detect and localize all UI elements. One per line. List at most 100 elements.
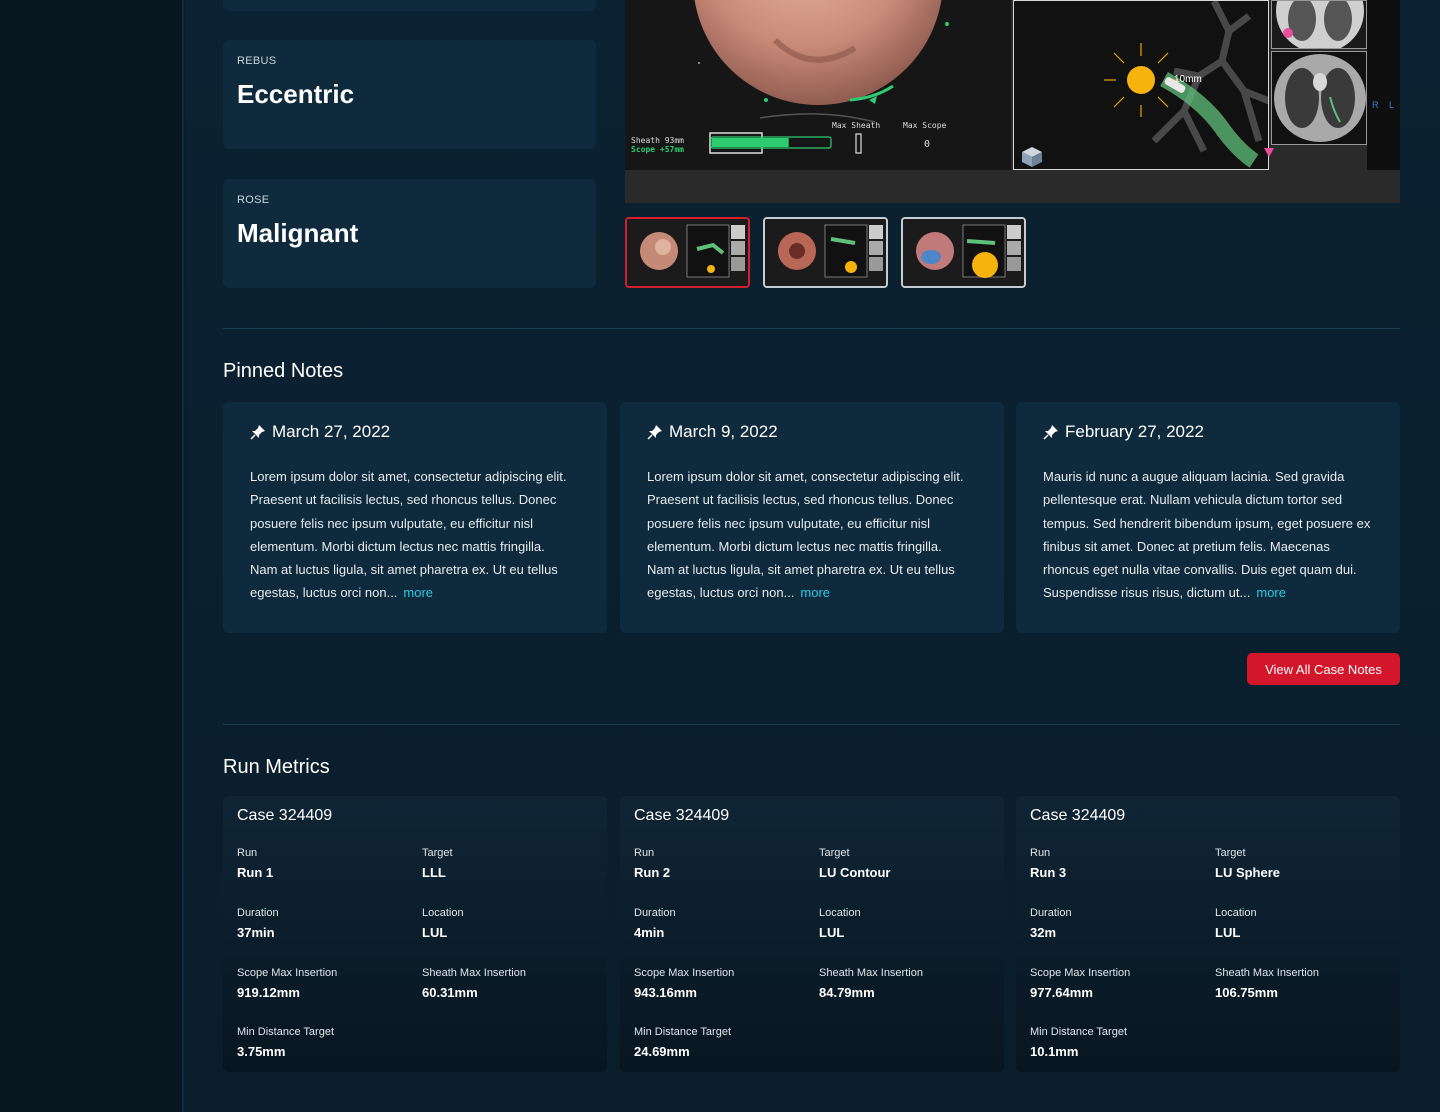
- section-divider: [223, 724, 1400, 725]
- metric-label: Min Distance Target: [634, 1026, 732, 1038]
- metric-label: Min Distance Target: [237, 1026, 335, 1038]
- view-all-case-notes-button[interactable]: View All Case Notes: [1247, 653, 1400, 685]
- metric-value: LU Contour: [819, 865, 891, 880]
- run-metrics-title: Run Metrics: [223, 756, 330, 778]
- metric-label: Target: [422, 847, 453, 859]
- pinned-notes-title: Pinned Notes: [223, 360, 344, 382]
- note-line: elementum. Morbi dictum lectus nec matti…: [250, 538, 545, 554]
- max-scope-value: 0: [924, 139, 930, 150]
- airway-3d-view: 10mm: [1013, 0, 1269, 170]
- thumbnail-2[interactable]: [763, 217, 888, 288]
- pinned-note-card: February 27, 2022 Mauris id nunc a augue…: [1016, 402, 1400, 633]
- stat-card-rose: ROSE Malignant: [223, 179, 596, 288]
- ct-view-axial: [1271, 51, 1367, 145]
- ct-side-strip: R L: [1264, 0, 1400, 170]
- note-body: Mauris id nunc a augue aliquam lacinia. …: [1043, 465, 1378, 605]
- metric-target: Target LU Sphere: [1215, 847, 1280, 880]
- metric-label: Location: [1215, 907, 1257, 919]
- metric-label: Scope Max Insertion: [237, 967, 338, 979]
- metric-label: Location: [819, 907, 861, 919]
- case-title: Case 324409: [237, 807, 333, 824]
- run-metric-card: Case 324409 Run Run 3 Target LU Sphere Dur…: [1016, 796, 1400, 1072]
- orientation-cube-icon[interactable]: [1022, 147, 1042, 167]
- max-sheath-label: Max Sheath: [832, 121, 880, 130]
- note-line-text: Suspendisse risus risus, dictum ut...: [1043, 585, 1251, 601]
- more-link[interactable]: more: [403, 585, 433, 600]
- metric-value: 37min: [237, 925, 275, 940]
- metric-run: Run Run 1: [237, 847, 273, 880]
- metric-duration: Duration 37min: [237, 907, 279, 940]
- metric-label: Target: [819, 847, 850, 859]
- metric-value: 24.69mm: [634, 1044, 690, 1059]
- airway-model: 10mm: [1022, 1, 1268, 168]
- note-line: elementum. Morbi dictum lectus nec matti…: [647, 538, 942, 554]
- scope-progress-fill: [712, 138, 789, 147]
- metric-min-distance: Min Distance Target 3.75mm: [237, 1026, 334, 1059]
- note-line: egestas, luctus orci non... more: [647, 581, 982, 604]
- note-date-text: March 9, 2022: [669, 422, 778, 441]
- run-metric-card: Case 324409 Run Run 1 Target LLL Duration 3…: [223, 796, 607, 1072]
- metric-value: LUL: [422, 925, 448, 940]
- stat-card-partial: [223, 0, 596, 11]
- metric-label: Duration: [237, 907, 279, 919]
- metric-location: Location LUL: [1215, 907, 1257, 940]
- metric-min-distance: Min Distance Target 24.69mm: [634, 1026, 731, 1059]
- note-line: posuere felis nec ipsum vulputate, eu ef…: [647, 515, 931, 531]
- metric-label: Location: [422, 907, 464, 919]
- note-line-text: egestas, luctus orci non...: [250, 585, 398, 601]
- note-line: Lorem ipsum dolor sit amet, consectetur …: [647, 469, 964, 484]
- note-line: finibus sit amet. Donec at pretium felis…: [1043, 538, 1330, 554]
- metric-sheath-max: Sheath Max Insertion 60.31mm: [422, 967, 526, 1000]
- thumbnail-image: [903, 219, 1024, 286]
- scope-readout: Scope +57mm: [631, 145, 684, 154]
- metric-label: Target: [1215, 847, 1246, 859]
- metric-label: Duration: [634, 907, 676, 919]
- ct-label-r: R: [1372, 100, 1379, 110]
- metric-label: Run: [634, 847, 655, 859]
- note-line: Praesent ut facilisis lectus, sed rhoncu…: [250, 492, 557, 508]
- note-line: Mauris id nunc a augue aliquam lacinia. …: [1043, 469, 1345, 484]
- ct-marker-icon: [1264, 148, 1274, 157]
- metric-run: Run Run 2: [634, 847, 670, 880]
- note-line-text: egestas, luctus orci non...: [647, 585, 795, 601]
- note-line: rhoncus eget nulla vitae convallis. Duis…: [1043, 562, 1357, 578]
- note-line: Nam at luctus ligula, sit amet pharetra …: [647, 562, 955, 578]
- stat-label: ROSE: [237, 194, 270, 206]
- note-line: pellentesque erat. Nullam vehicula dictu…: [1043, 492, 1343, 508]
- stat-card-rebus: REBUS Eccentric: [223, 40, 596, 149]
- ct-label-l: L: [1389, 100, 1394, 110]
- metric-label: Sheath Max Insertion: [819, 967, 923, 979]
- metric-location: Location LUL: [819, 907, 861, 940]
- stat-value: Eccentric: [237, 79, 355, 109]
- distance-label: 10mm: [1174, 74, 1202, 85]
- metric-value: LUL: [1215, 925, 1241, 940]
- metric-duration: Duration 32m: [1030, 907, 1072, 940]
- thumbnail-image: [627, 219, 748, 286]
- navigation-viewer[interactable]: Max Sheath Max Scope 0 Sheath 93mm Scope…: [625, 0, 1400, 203]
- thumbnail-3[interactable]: [901, 217, 1026, 288]
- metric-label: Run: [237, 847, 258, 859]
- pinned-note-card: March 27, 2022 Lorem ipsum dolor sit ame…: [223, 402, 607, 633]
- note-line: Lorem ipsum dolor sit amet, consectetur …: [250, 469, 567, 484]
- metric-label: Scope Max Insertion: [1030, 967, 1131, 979]
- metric-value: 943.16mm: [634, 985, 697, 1000]
- metric-scope-max: Scope Max Insertion 977.64mm: [1030, 967, 1130, 1000]
- left-sidebar: [0, 0, 184, 1112]
- metric-value: 10.1mm: [1030, 1044, 1079, 1059]
- metric-value: Run 1: [237, 865, 274, 880]
- metric-label: Sheath Max Insertion: [1215, 967, 1319, 979]
- endoscope-view: Max Sheath Max Scope 0 Sheath 93mm Scope…: [625, 0, 1011, 170]
- metric-label: Duration: [1030, 907, 1072, 919]
- more-link[interactable]: more: [1256, 585, 1286, 600]
- note-date: February 27, 2022: [1043, 422, 1204, 442]
- more-link[interactable]: more: [800, 585, 830, 600]
- metric-label: Scope Max Insertion: [634, 967, 735, 979]
- run-metric-card: Case 324409 Run Run 2 Target LU Contour Du…: [620, 796, 1004, 1072]
- note-line: Suspendisse risus risus, dictum ut... mor…: [1043, 581, 1378, 604]
- metric-value: 60.31mm: [422, 985, 478, 1000]
- metric-value: 3.75mm: [237, 1044, 286, 1059]
- note-date-text: March 27, 2022: [272, 422, 391, 441]
- thumbnail-1[interactable]: [625, 217, 750, 288]
- note-date: March 27, 2022: [250, 422, 390, 442]
- ct-view-top: [1271, 0, 1367, 49]
